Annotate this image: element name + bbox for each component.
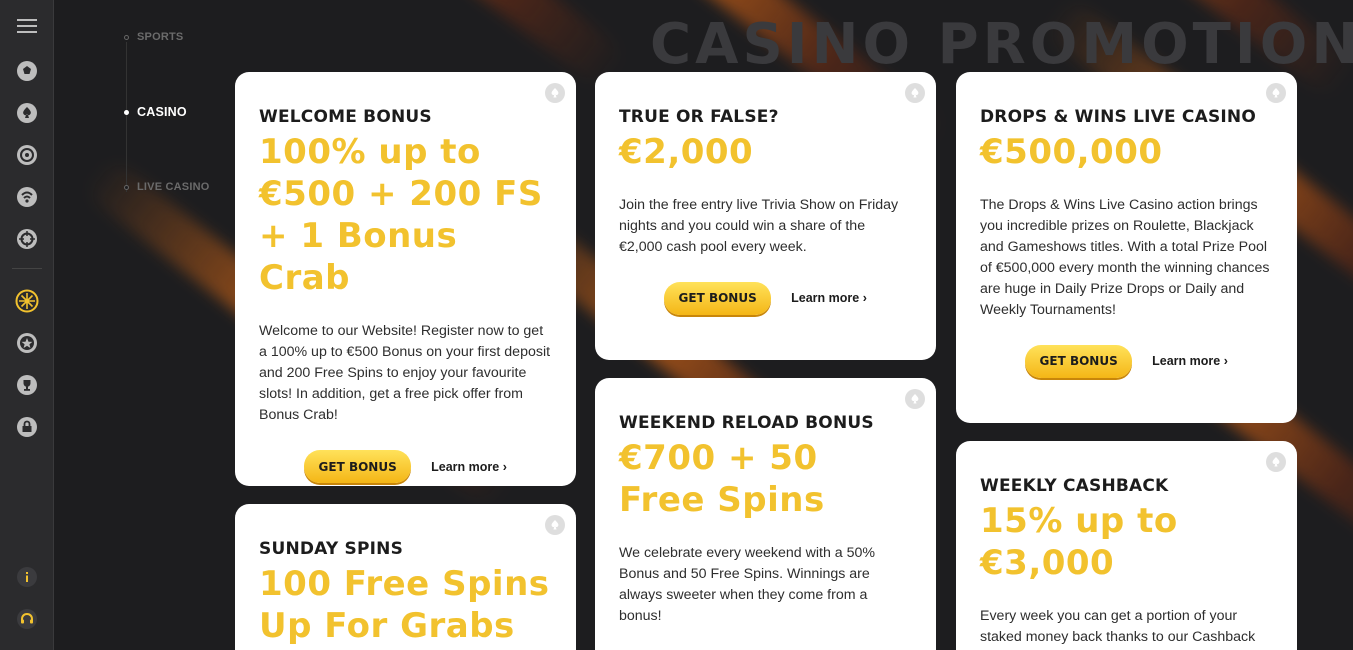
promo-title: TRUE OR FALSE? [619, 107, 779, 127]
promo-actions: GET BONUS Learn more › [619, 281, 912, 315]
learn-more-link[interactable]: Learn more › [791, 291, 867, 305]
promo-title: WELCOME BONUS [259, 107, 432, 127]
spade-icon [1272, 88, 1280, 98]
promo-description: Join the free entry live Trivia Show on … [619, 196, 899, 255]
spade-icon [551, 88, 559, 98]
promo-card-weekend-reload: WEEKEND RELOAD BONUS €700 + 50 Free Spin… [595, 378, 936, 650]
esports-icon[interactable] [15, 227, 39, 251]
promo-title: SUNDAY SPINS [259, 539, 404, 559]
promo-amount: 15% up to €3,000 [980, 500, 1178, 583]
category-dot [124, 109, 129, 115]
favorite-toggle[interactable] [545, 83, 565, 103]
promo-description: We celebrate every weekend with a 50% Bo… [619, 545, 876, 624]
category-live-casino[interactable]: LIVE CASINO [124, 181, 210, 193]
spade-icon [911, 88, 919, 98]
promo-card-drops-and-wins: DROPS & WINS LIVE CASINO €500,000 The Dr… [956, 72, 1297, 423]
get-bonus-button[interactable]: GET BONUS [304, 450, 412, 484]
spade-icon [551, 520, 559, 530]
promo-actions: GET BONUS Learn more › [980, 344, 1273, 378]
category-dot [124, 184, 129, 190]
menu-icon[interactable] [15, 14, 39, 38]
promotions-icon[interactable] [15, 289, 39, 313]
promo-amount: €500,000 [980, 131, 1163, 172]
promo-card-welcome-bonus: WELCOME BONUS 100% up to €500 + 200 FS +… [235, 72, 576, 486]
category-casino[interactable]: CASINO [124, 105, 187, 119]
category-label: SPORTS [137, 31, 184, 43]
get-bonus-button[interactable]: GET BONUS [1025, 344, 1133, 378]
promo-card-sunday-spins: SUNDAY SPINS 100 Free Spins Up For Grabs [235, 504, 576, 650]
get-bonus-button[interactable]: GET BONUS [664, 281, 772, 315]
icon-sidebar [0, 0, 54, 650]
favorite-toggle[interactable] [905, 83, 925, 103]
promo-title: DROPS & WINS LIVE CASINO [980, 107, 1257, 127]
promo-title: WEEKEND RELOAD BONUS [619, 413, 874, 433]
learn-more-link[interactable]: Learn more › [431, 460, 507, 474]
promo-amount: 100% up to €500 + 200 FS + 1 Bonus Crab [259, 131, 543, 299]
support-headset-icon[interactable] [15, 607, 39, 631]
sidebar-divider [12, 268, 42, 269]
promo-actions: GET BONUS Learn more › [259, 450, 552, 484]
promo-card-true-or-false: TRUE OR FALSE? €2,000 Join the free entr… [595, 72, 936, 360]
learn-more-link[interactable]: Learn more › [1152, 354, 1228, 368]
favorite-toggle[interactable] [1266, 83, 1286, 103]
category-sports[interactable]: SPORTS [124, 31, 183, 43]
trophy-icon[interactable] [15, 373, 39, 397]
soccer-ball-icon[interactable] [15, 59, 39, 83]
category-label: CASINO [137, 105, 187, 119]
category-label: LIVE CASINO [137, 181, 210, 193]
spade-icon[interactable] [15, 101, 39, 125]
spade-icon [911, 394, 919, 404]
promo-title: WEEKLY CASHBACK [980, 476, 1169, 496]
promo-amount: 100 Free Spins Up For Grabs [259, 563, 550, 646]
favorite-toggle[interactable] [545, 515, 565, 535]
live-broadcast-icon[interactable] [15, 185, 39, 209]
promo-card-weekly-cashback: WEEKLY CASHBACK 15% up to €3,000 Every w… [956, 441, 1297, 650]
favorite-toggle[interactable] [905, 389, 925, 409]
roulette-icon[interactable] [15, 143, 39, 167]
favorite-toggle[interactable] [1266, 452, 1286, 472]
category-dot [124, 34, 129, 40]
shop-icon[interactable] [15, 415, 39, 439]
spade-icon [1272, 457, 1280, 467]
promo-amount: €2,000 [619, 131, 754, 172]
promo-description: Welcome to our Website! Register now to … [259, 323, 551, 424]
page-title: CASINO PROMOTIONS [650, 12, 1353, 77]
star-badge-icon[interactable] [15, 331, 39, 355]
promo-description: The Drops & Wins Live Casino action brin… [980, 196, 1270, 318]
promo-description: Every week you can get a portion of your… [980, 608, 1256, 645]
info-icon[interactable] [15, 565, 39, 589]
promo-amount: €700 + 50 Free Spins [619, 437, 825, 520]
